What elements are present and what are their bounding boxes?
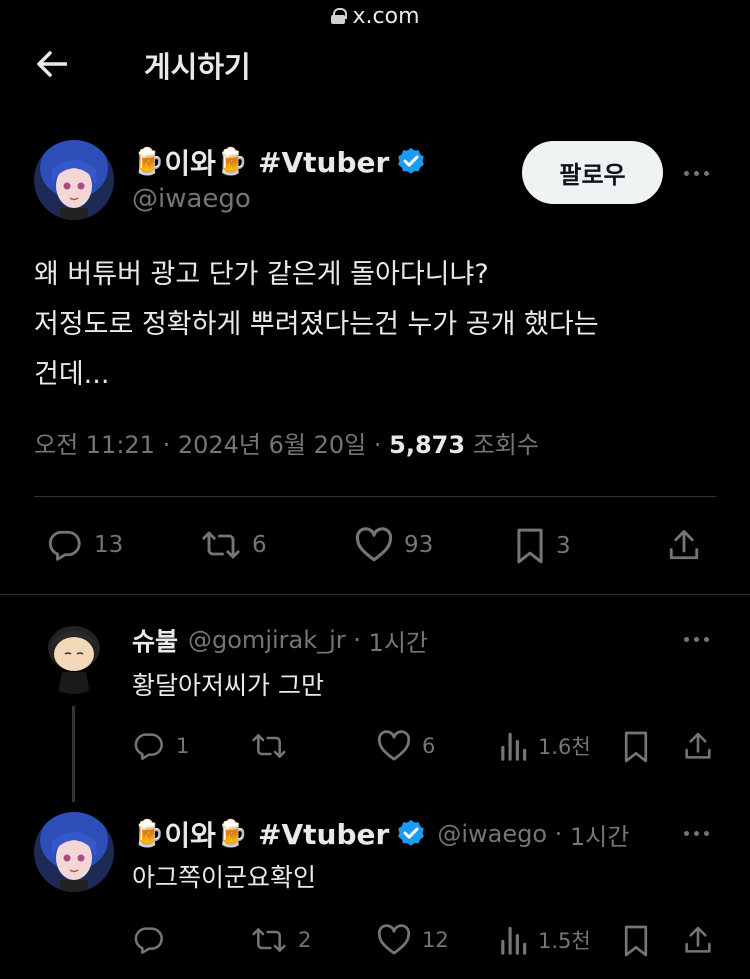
beer-icon: 🍺 [215, 147, 249, 177]
reply-time[interactable]: 1시간 [369, 623, 428, 658]
share-button[interactable] [682, 730, 714, 762]
repost-button[interactable] [250, 730, 298, 762]
heart-icon [355, 527, 393, 562]
avatar-image [34, 140, 114, 220]
views-button[interactable]: 1.5천 [498, 924, 591, 956]
heart-icon [377, 924, 411, 955]
post-meta: 오전 11:21 · 2024년 6월 20일 · 5,873 조회수 [34, 431, 539, 459]
repost-button[interactable]: 6 [200, 527, 267, 563]
reply-author-row[interactable]: 🍺 이와 🍺 #Vtuber @iwaego · 1시간 [132, 814, 629, 854]
post-date[interactable]: 2024년 6월 20일 [178, 431, 366, 459]
reply-avatar[interactable] [34, 812, 114, 892]
author-handle[interactable]: @iwaego [132, 184, 251, 214]
author-name-row[interactable]: 🍺 이와 🍺 #Vtuber [132, 142, 427, 182]
thread-connector [72, 706, 75, 802]
url-bar[interactable]: x.com [0, 0, 750, 32]
follow-button[interactable]: 팔로우 [522, 141, 663, 204]
share-icon [685, 926, 711, 953]
repost-icon [252, 928, 286, 952]
share-icon [669, 530, 699, 560]
reply-time[interactable]: 1시간 [570, 817, 629, 852]
back-arrow-icon [37, 51, 67, 77]
divider [34, 496, 716, 497]
reply-icon [48, 530, 81, 561]
post-time[interactable]: 오전 11:21 [34, 431, 155, 459]
share-icon [685, 732, 711, 759]
reply-count: 13 [94, 532, 124, 558]
share-button[interactable] [666, 527, 702, 563]
bookmark-button[interactable] [622, 730, 650, 764]
repost-count: 6 [252, 532, 267, 558]
page-header: 게시하기 [0, 32, 750, 94]
heart-icon [377, 730, 411, 761]
reply-avatar-image [34, 812, 114, 892]
repost-button[interactable]: 2 [250, 924, 311, 956]
analytics-icon [501, 926, 527, 955]
reply-button[interactable]: 1 [132, 730, 189, 762]
reply-author-handle: @iwaego [437, 820, 548, 848]
reply-author-name: 🍺 이와 🍺 #Vtuber [132, 817, 390, 853]
beer-icon: 🍺 [132, 147, 165, 177]
beer-icon: 🍺 [132, 819, 165, 849]
more-options-icon[interactable] [684, 831, 709, 836]
reply-button[interactable] [132, 924, 176, 956]
reply-icon [134, 927, 163, 954]
like-count: 6 [422, 734, 436, 758]
url-domain: x.com [352, 3, 420, 29]
like-button[interactable]: 93 [354, 527, 433, 563]
author-name: 🍺 이와 🍺 #Vtuber [132, 145, 390, 181]
beer-icon: 🍺 [215, 819, 249, 849]
reply-author-handle: @gomjirak_jr [188, 626, 346, 654]
avatar[interactable] [34, 140, 114, 220]
like-count: 93 [404, 532, 434, 558]
reply-author-row[interactable]: 슈불 @gomjirak_jr · 1시간 [132, 622, 428, 658]
verified-badge-icon [395, 818, 427, 850]
lock-icon [330, 8, 347, 24]
more-options-icon[interactable] [684, 637, 709, 642]
reply-button[interactable]: 13 [46, 527, 123, 563]
view-count: 5,873 [389, 431, 466, 459]
repost-icon [252, 734, 286, 758]
reply-icon [134, 733, 163, 760]
analytics-icon [501, 732, 527, 761]
bookmark-button[interactable]: 3 [514, 527, 571, 565]
reply-avatar[interactable] [34, 614, 114, 694]
page-title: 게시하기 [144, 50, 251, 84]
reply-avatar-image [34, 614, 114, 694]
bookmark-count: 3 [556, 533, 571, 559]
repost-icon [202, 531, 240, 559]
bookmark-icon [517, 528, 543, 564]
post-text: 왜 버튜버 광고 단가 같은게 돌아다니냐? 저정도로 정확하게 뿌려졌다는건 … [34, 259, 599, 390]
reply-count: 1 [176, 734, 190, 758]
view-label: 조회수 [472, 431, 539, 459]
views-button[interactable]: 1.6천 [498, 730, 591, 762]
share-button[interactable] [682, 924, 714, 956]
verified-badge-icon [395, 146, 427, 178]
reply-text: 아그쪽이군요확인 [132, 863, 317, 892]
more-options-icon[interactable] [684, 171, 709, 176]
like-count: 12 [422, 928, 449, 952]
view-count: 1.6천 [538, 735, 591, 759]
bookmark-icon [624, 925, 648, 957]
reply-author-name: 슈불 [132, 627, 179, 656]
bookmark-icon [624, 731, 648, 763]
like-button[interactable]: 6 [376, 730, 435, 762]
like-button[interactable]: 12 [376, 924, 449, 956]
back-button[interactable] [34, 46, 70, 82]
bookmark-button[interactable] [622, 924, 650, 958]
view-count: 1.5천 [538, 929, 591, 953]
repost-count: 2 [298, 928, 312, 952]
reply-text: 황달아저씨가 그만 [132, 671, 324, 700]
divider [0, 594, 750, 595]
